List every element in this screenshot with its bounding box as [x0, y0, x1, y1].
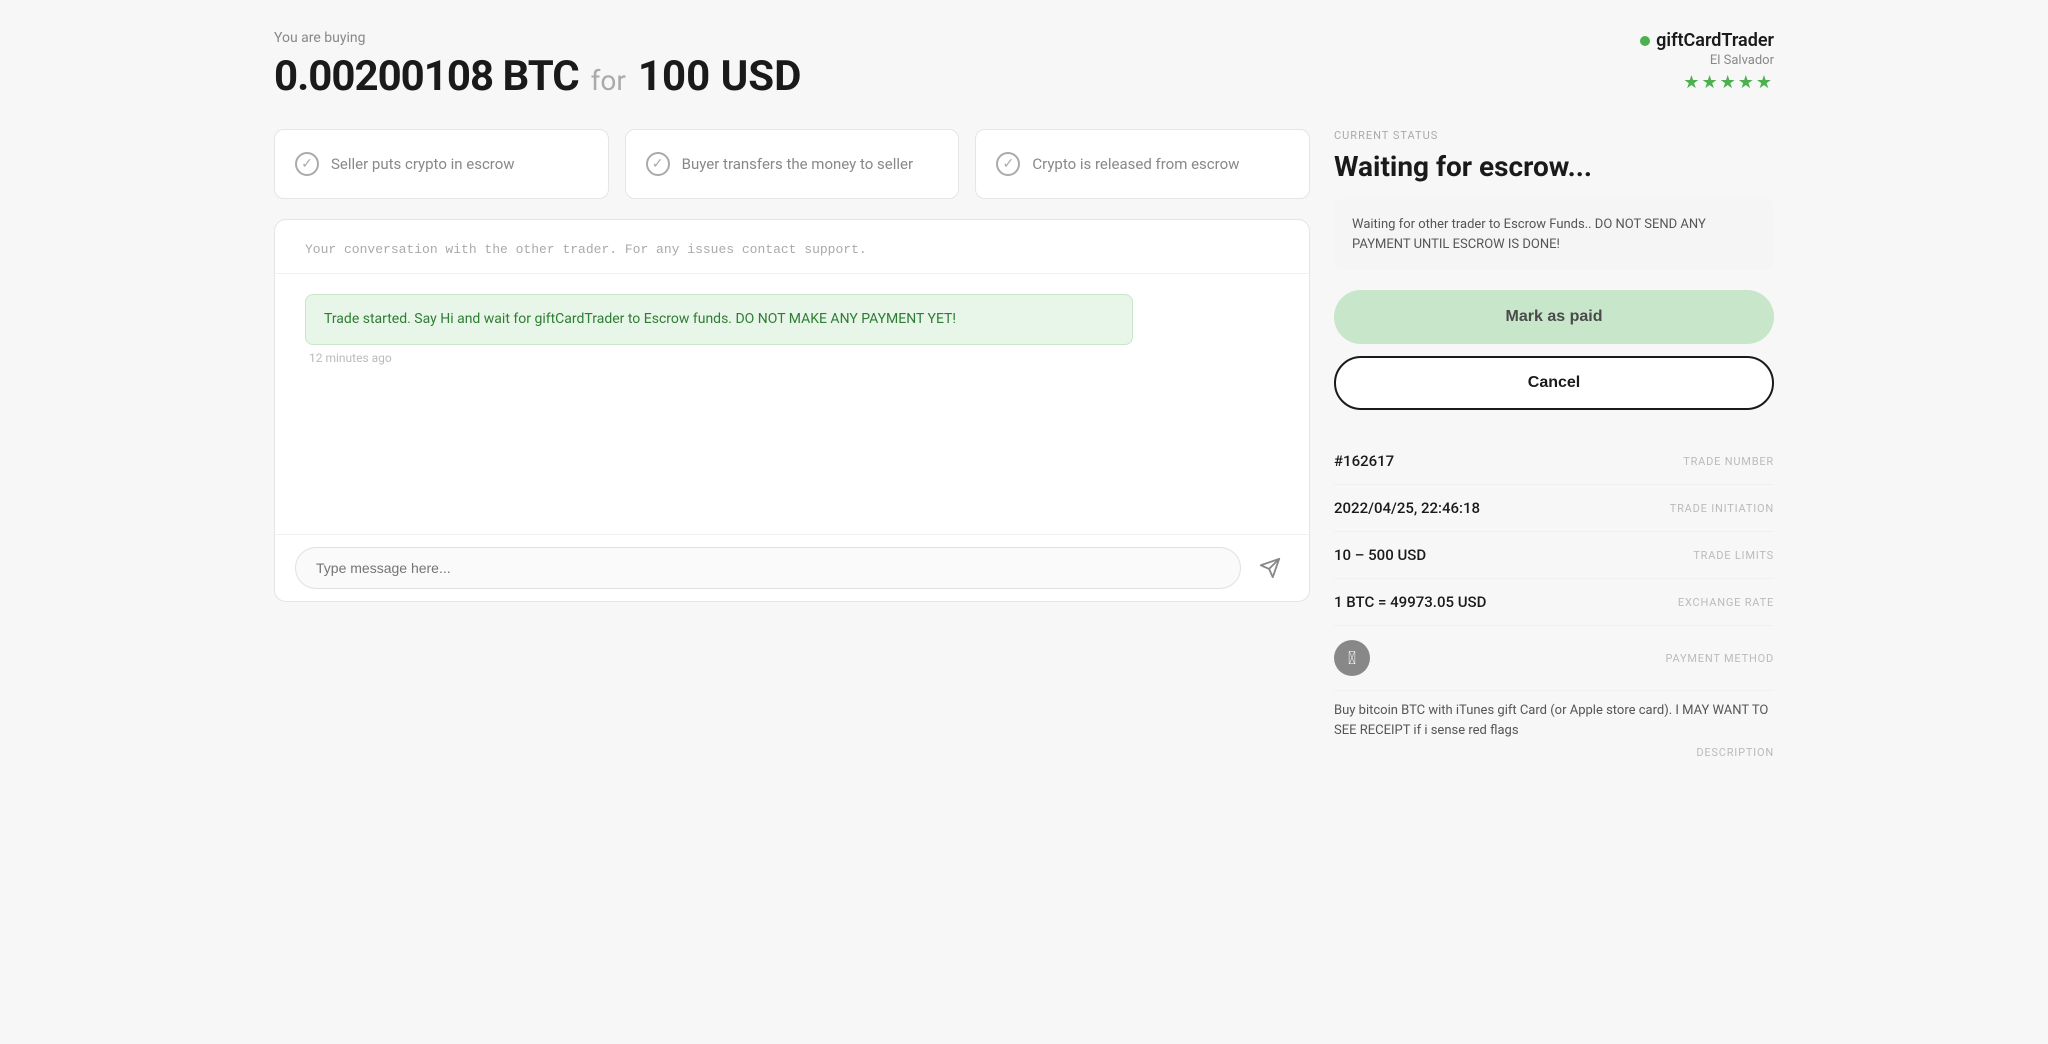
chat-timestamp: 12 minutes ago	[309, 351, 1279, 365]
exchange-rate-value: 1 BTC = 49973.05 USD	[1334, 593, 1486, 611]
trade-initiation-row: 2022/04/25, 22:46:18 TRADE INITIATION	[1334, 485, 1774, 532]
send-button[interactable]	[1251, 549, 1289, 587]
header: You are buying 0.00200108 BTC for 100 US…	[274, 30, 1774, 101]
step-label-2: Buyer transfers the money to seller	[682, 154, 913, 175]
chat-container: Your conversation with the other trader.…	[274, 219, 1310, 602]
header-right: giftCardTrader El Salvador ★★★★★	[1640, 30, 1774, 93]
description-label: DESCRIPTION	[1334, 746, 1774, 759]
payment-method-row:  PAYMENT METHOD	[1334, 626, 1774, 691]
trade-limits-row: 10 – 500 USD TRADE LIMITS	[1334, 532, 1774, 579]
you-are-buying-label: You are buying	[274, 30, 801, 46]
description-section: Buy bitcoin BTC with iTunes gift Card (o…	[1334, 691, 1774, 759]
chat-header-note: Your conversation with the other trader.…	[275, 220, 1309, 274]
trade-limits-value: 10 – 500 USD	[1334, 546, 1426, 564]
trade-amount: 0.00200108 BTC for 100 USD	[274, 52, 801, 101]
step-card-2: ✓ Buyer transfers the money to seller	[625, 129, 960, 199]
step-label-1: Seller puts crypto in escrow	[331, 154, 515, 175]
mark-as-paid-button[interactable]: Mark as paid	[1334, 290, 1774, 344]
chat-input[interactable]	[295, 547, 1241, 589]
trader-location: El Salvador	[1640, 53, 1774, 68]
trade-initiation-value: 2022/04/25, 22:46:18	[1334, 499, 1480, 517]
for-text: for	[591, 64, 626, 97]
status-title: Waiting for escrow...	[1334, 150, 1774, 183]
right-panel: CURRENT STATUS Waiting for escrow... Wai…	[1334, 129, 1774, 759]
btc-amount: 0.00200108 BTC	[274, 52, 579, 101]
trade-initiation-label: TRADE INITIATION	[1670, 502, 1774, 515]
chat-messages: Trade started. Say Hi and wait for giftC…	[275, 274, 1309, 534]
current-status-label: CURRENT STATUS	[1334, 129, 1774, 142]
trade-number-row: #162617 TRADE NUMBER	[1334, 438, 1774, 485]
steps-row: ✓ Seller puts crypto in escrow ✓ Buyer t…	[274, 129, 1310, 199]
trader-name: giftCardTrader	[1640, 30, 1774, 51]
main-layout: ✓ Seller puts crypto in escrow ✓ Buyer t…	[274, 129, 1774, 759]
escrow-warning: Waiting for other trader to Escrow Funds…	[1334, 199, 1774, 270]
cancel-button[interactable]: Cancel	[1334, 356, 1774, 410]
apple-pay-icon: 	[1334, 640, 1370, 676]
left-panel: ✓ Seller puts crypto in escrow ✓ Buyer t…	[274, 129, 1310, 602]
header-left: You are buying 0.00200108 BTC for 100 US…	[274, 30, 801, 101]
trader-name-text[interactable]: giftCardTrader	[1656, 30, 1774, 51]
trade-number-value: #162617	[1334, 452, 1394, 470]
step-icon-3: ✓	[996, 152, 1020, 176]
online-status-dot	[1640, 36, 1650, 46]
usd-amount: 100 USD	[638, 52, 802, 101]
payment-method-label: PAYMENT METHOD	[1666, 652, 1774, 665]
step-icon-2: ✓	[646, 152, 670, 176]
page-container: You are buying 0.00200108 BTC for 100 US…	[274, 30, 1774, 759]
step-icon-1: ✓	[295, 152, 319, 176]
chat-input-row	[275, 534, 1309, 601]
step-card-1: ✓ Seller puts crypto in escrow	[274, 129, 609, 199]
exchange-rate-row: 1 BTC = 49973.05 USD EXCHANGE RATE	[1334, 579, 1774, 626]
trader-stars: ★★★★★	[1640, 72, 1774, 93]
chat-message: Trade started. Say Hi and wait for giftC…	[305, 294, 1133, 345]
step-card-3: ✓ Crypto is released from escrow	[975, 129, 1310, 199]
trade-number-label: TRADE NUMBER	[1683, 455, 1774, 468]
description-text: Buy bitcoin BTC with iTunes gift Card (o…	[1334, 691, 1774, 740]
trade-limits-label: TRADE LIMITS	[1693, 549, 1774, 562]
step-label-3: Crypto is released from escrow	[1032, 154, 1239, 175]
exchange-rate-label: EXCHANGE RATE	[1678, 596, 1774, 609]
